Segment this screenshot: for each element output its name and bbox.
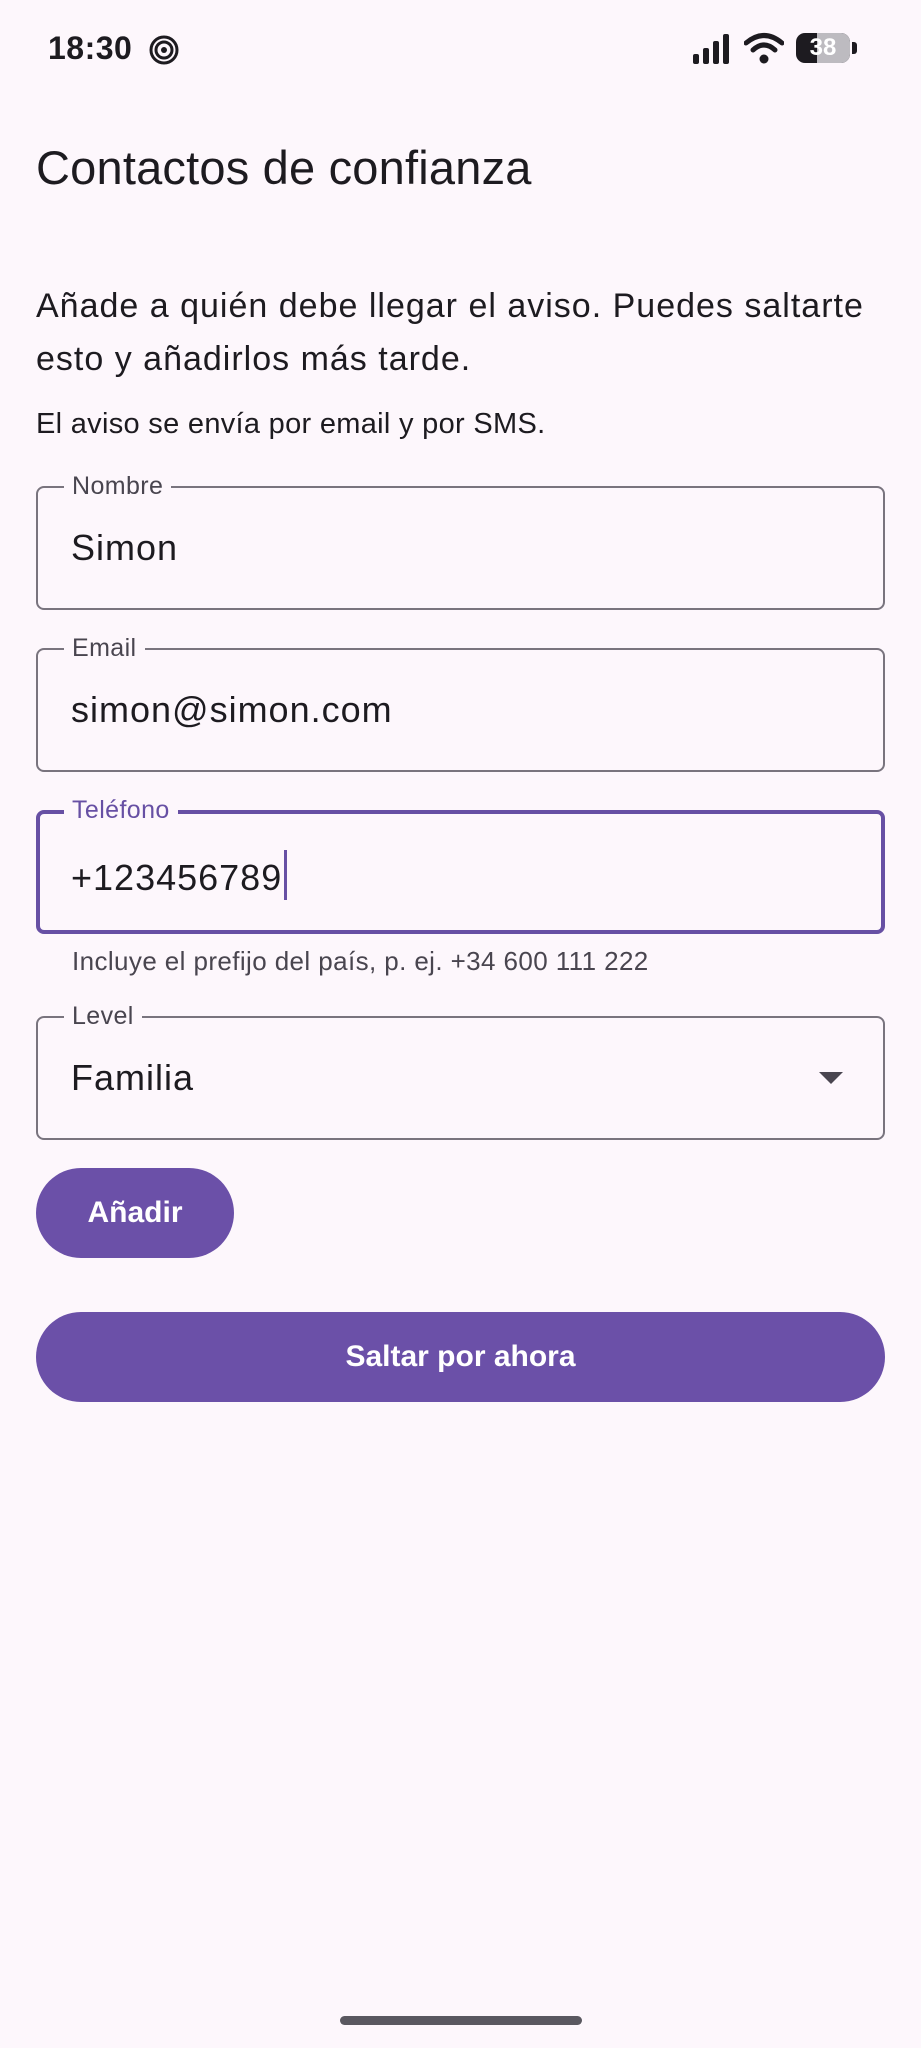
phone-field[interactable]: Teléfono +123456789 (36, 795, 885, 934)
email-field-value[interactable]: simon@simon.com (71, 688, 393, 732)
name-field-value[interactable]: Simon (71, 526, 178, 570)
name-field-label: Nombre (64, 471, 172, 501)
phone-field-value[interactable]: +123456789 (71, 857, 282, 898)
level-dropdown-value[interactable]: Familia (71, 1056, 194, 1100)
status-bar: 18:30 38 (0, 0, 921, 100)
email-field-label: Email (64, 633, 145, 663)
add-button[interactable]: Añadir (36, 1168, 234, 1258)
intro-text: Añade a quién debe llegar el aviso. Pued… (36, 287, 864, 378)
phone-field-value-wrap[interactable]: +123456789 (71, 850, 288, 900)
home-indicator[interactable] (340, 2016, 582, 2025)
status-time: 18:30 (48, 30, 133, 66)
battery-icon: 38 (796, 33, 858, 63)
note-text: El aviso se envía por email y por SMS. (36, 408, 546, 440)
level-dropdown[interactable]: Level Familia (36, 1001, 885, 1140)
level-dropdown-label: Level (64, 1001, 142, 1031)
page-title: Contactos de confianza (36, 141, 532, 194)
wifi-icon (744, 33, 784, 64)
phone-helper-text: Incluye el prefijo del país, p. ej. +34 … (72, 946, 649, 976)
spiral-icon (149, 35, 179, 65)
phone-field-label: Teléfono (64, 795, 178, 825)
text-cursor (284, 850, 288, 900)
signal-icon (693, 34, 729, 64)
email-field[interactable]: Email simon@simon.com (36, 633, 885, 772)
skip-button[interactable]: Saltar por ahora (36, 1312, 885, 1402)
dropdown-arrow-icon[interactable] (819, 1072, 843, 1084)
battery-level: 38 (809, 34, 837, 61)
name-field[interactable]: Nombre Simon (36, 471, 885, 610)
